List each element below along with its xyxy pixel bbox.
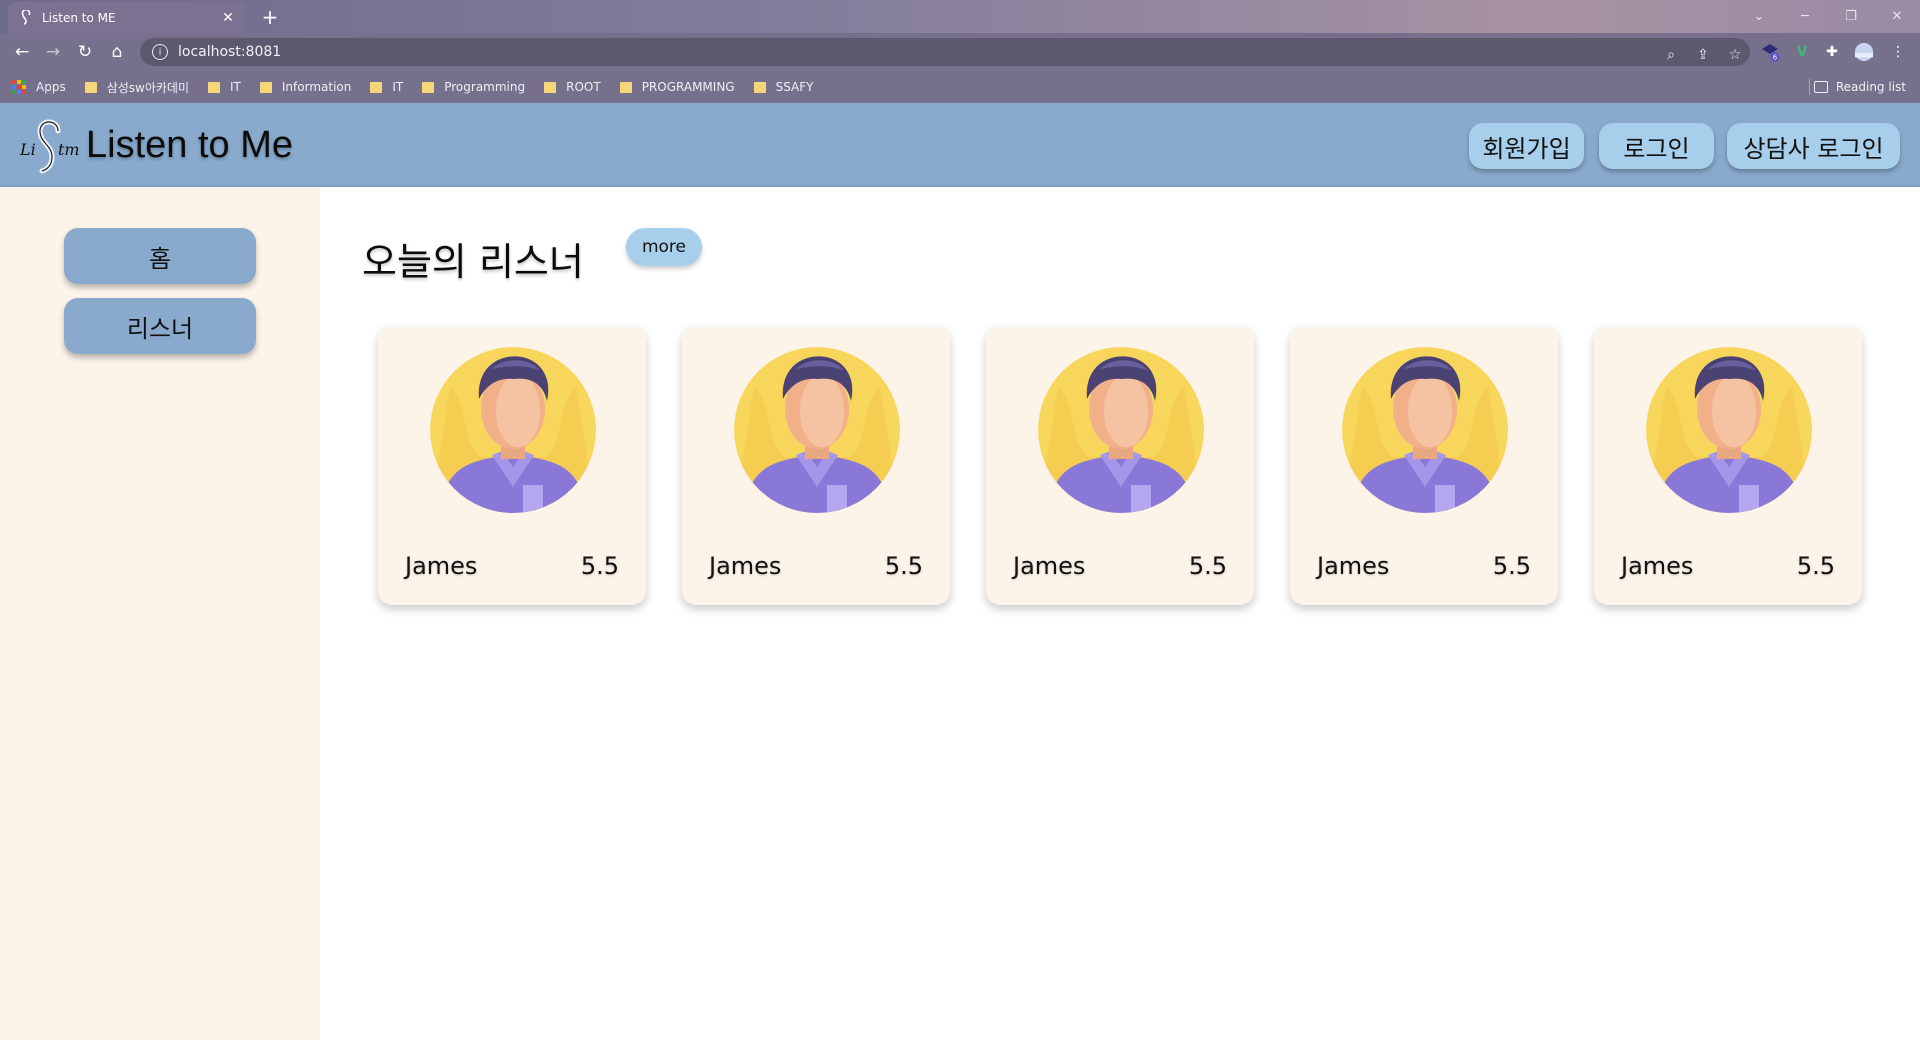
signup-button[interactable]: 회원가입 [1469,123,1584,169]
address-bar[interactable]: i localhost:8081 ⌕ ⇪ ☆ [140,38,1750,66]
listener-card[interactable]: James 5.5 [1290,327,1558,605]
avatar [1646,347,1812,513]
listener-name: James [1317,552,1390,580]
listener-rating: 5.5 [1796,552,1835,580]
new-tab-icon[interactable]: + [258,5,282,29]
bookmark-folder[interactable]: Information [259,80,352,94]
bookmark-star-icon[interactable]: ☆ [1724,44,1746,66]
bookmark-label: Apps [36,80,66,94]
window-close-icon[interactable]: ✕ [1884,6,1910,26]
bookmark-folder[interactable]: Programming [422,80,525,94]
browser-tab[interactable]: Listen to ME ✕ [8,2,246,33]
bookmark-label: PROGRAMMING [641,80,735,94]
section-title: 오늘의 리스너 [362,240,584,284]
more-button[interactable]: more [626,228,702,266]
folder-icon [370,81,383,93]
listener-name: James [1013,552,1086,580]
avatar [734,347,900,513]
folder-icon [84,81,97,93]
listener-rating: 5.5 [1492,552,1531,580]
svg-text:tm: tm [58,140,80,159]
listener-card[interactable]: James 5.5 [682,327,950,605]
bookmark-folder[interactable]: IT [208,80,241,94]
apps-grid-icon [12,80,26,94]
bookmark-label: SSAFY [775,80,814,94]
url-text: localhost:8081 [178,44,282,60]
sidebar-item-home[interactable]: 홈 [64,228,256,284]
browser-toolbar: ← → ↻ ⌂ i localhost:8081 ⌕ ⇪ ☆ 6 V ✚ ⋮ [0,33,1920,71]
extensions-puzzle-icon[interactable]: ✚ [1822,42,1842,62]
zoom-icon[interactable]: ⌕ [1660,44,1682,66]
vue-devtools-icon[interactable]: V [1792,42,1812,62]
site-info-icon[interactable]: i [152,44,168,60]
listener-rating: 5.5 [884,552,923,580]
listener-rating: 5.5 [580,552,619,580]
reading-list-label: Reading list [1835,80,1906,94]
home-icon[interactable]: ⌂ [105,40,129,64]
bookmarks-divider [1809,79,1810,95]
avatar [1342,347,1508,513]
forward-icon[interactable]: → [41,40,65,64]
folder-icon [619,81,632,93]
app-header: Li tm Listen to Me 회원가입 로그인 상담사 로그인 [0,103,1920,187]
bookmark-label: IT [230,80,241,94]
bookmark-label: ROOT [566,80,601,94]
avatar [430,347,596,513]
minimize-icon[interactable]: ─ [1792,6,1818,26]
extension-icon[interactable]: 6 [1760,42,1780,62]
listener-name: James [1621,552,1694,580]
folder-icon [422,81,435,93]
bookmark-label: 삼성sw아카데미 [106,80,190,95]
login-button[interactable]: 로그인 [1599,123,1714,169]
sidebar-item-listener[interactable]: 리스너 [64,298,256,354]
reading-list-button[interactable]: Reading list [1813,71,1906,103]
menu-kebab-icon[interactable]: ⋮ [1888,42,1908,62]
avatar [1038,347,1204,513]
main-content: 오늘의 리스너 more James 5.5 James 5.5 James 5… [320,187,1920,1040]
listener-card[interactable]: James 5.5 [378,327,646,605]
bookmark-folder[interactable]: SSAFY [753,80,814,94]
bookmarks-bar: Apps 삼성sw아카데미 IT Information IT Programm… [0,71,1920,103]
tab-close-icon[interactable]: ✕ [220,10,236,26]
folder-icon [544,81,557,93]
listener-name: James [405,552,478,580]
extension-badge: 6 [1773,54,1778,62]
ear-favicon-icon [18,9,34,26]
tab-search-icon[interactable]: ⌄ [1746,6,1772,26]
counselor-login-button[interactable]: 상담사 로그인 [1727,123,1900,169]
browser-tab-bar: Listen to ME ✕ + ⌄ ─ ❐ ✕ [0,0,1920,33]
ear-logo-icon: Li tm [19,119,80,174]
restore-icon[interactable]: ❐ [1838,6,1864,26]
listener-rating: 5.5 [1188,552,1227,580]
reload-icon[interactable]: ↻ [73,40,97,64]
folder-icon [259,81,272,93]
tab-title: Listen to ME [42,10,116,25]
listener-card[interactable]: James 5.5 [1594,327,1862,605]
bookmark-folder[interactable]: 삼성sw아카데미 [84,79,190,96]
folder-icon [753,81,766,93]
bookmark-label: IT [392,80,404,94]
reading-list-icon [1813,81,1828,93]
folder-icon [208,81,221,93]
bookmark-folder[interactable]: PROGRAMMING [619,80,735,94]
logo[interactable]: Li tm Listen to Me [18,113,293,177]
listener-name: James [709,552,782,580]
bookmark-label: Programming [444,80,526,94]
bookmark-folder[interactable]: IT [370,80,403,94]
bookmark-apps[interactable]: Apps [12,80,66,94]
listener-card[interactable]: James 5.5 [986,327,1254,605]
bookmark-label: Information [281,80,352,94]
sidebar: 홈 리스너 [0,187,320,1040]
bookmark-folder[interactable]: ROOT [544,80,601,94]
svg-text:Li: Li [19,140,36,159]
back-icon[interactable]: ← [10,40,34,64]
app-title: Listen to Me [86,123,293,166]
profile-avatar[interactable] [1854,42,1874,62]
share-icon[interactable]: ⇪ [1692,44,1714,66]
